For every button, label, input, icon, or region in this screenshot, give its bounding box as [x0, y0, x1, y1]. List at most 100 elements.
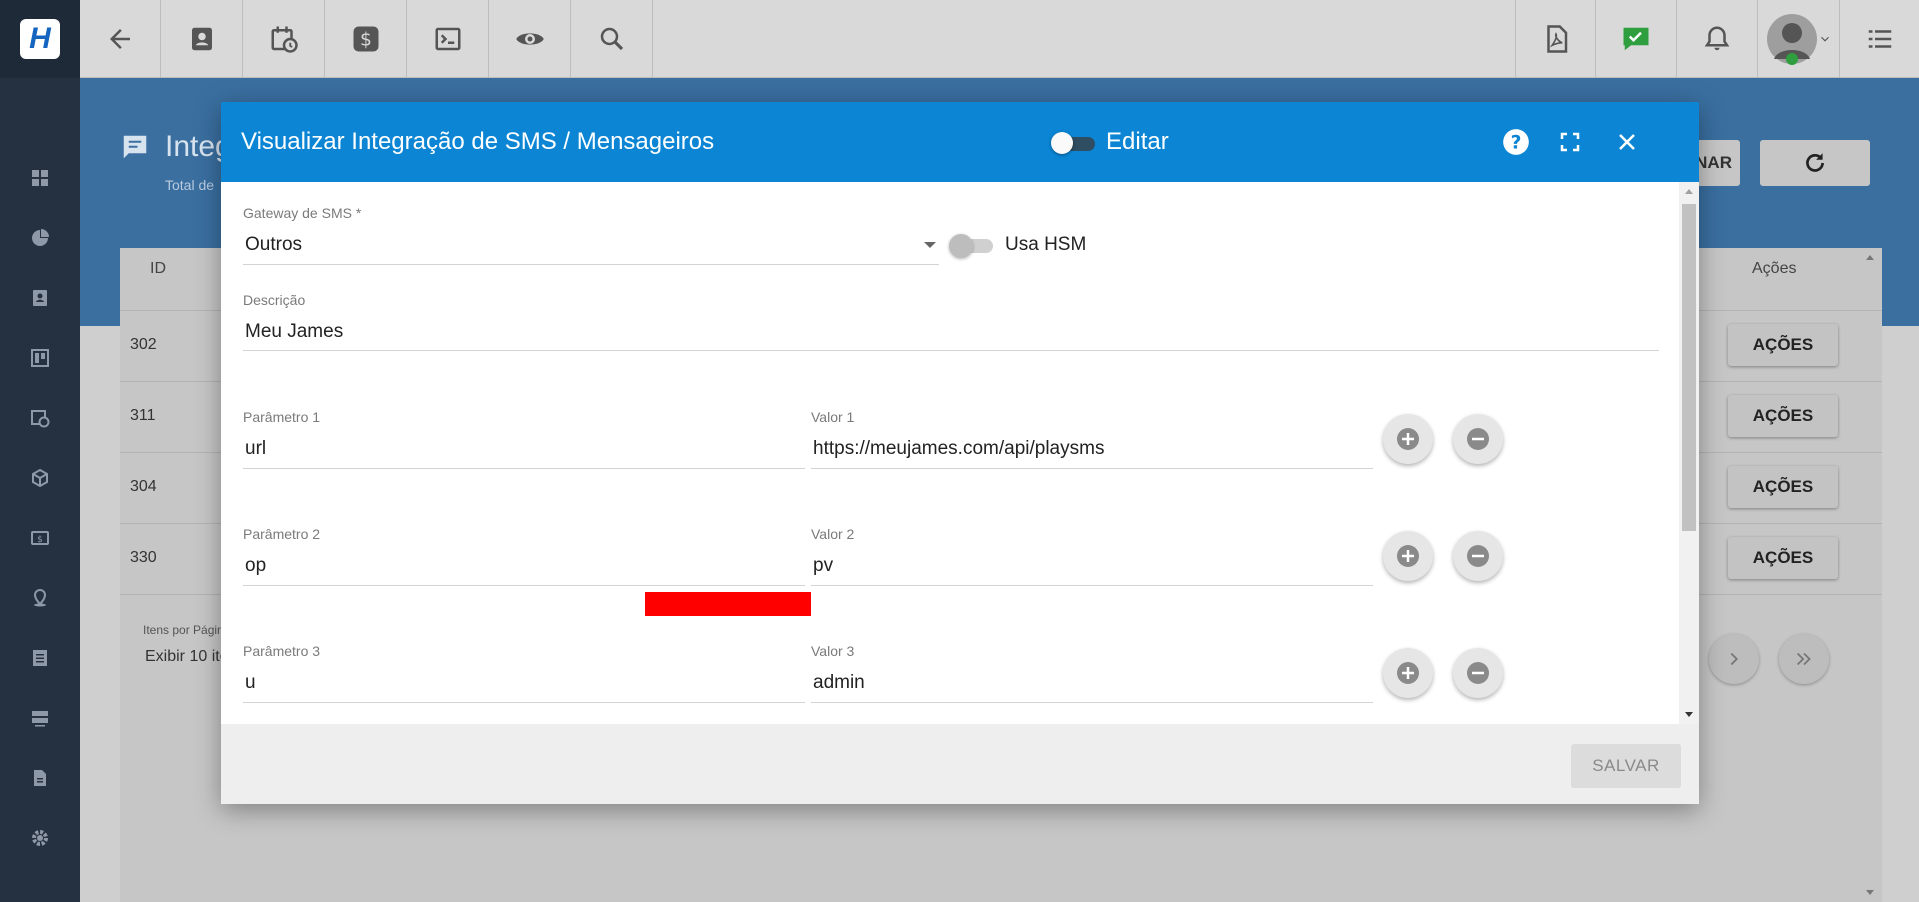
- chevron-down-icon: [1820, 36, 1829, 42]
- pdf-button[interactable]: [1515, 0, 1596, 78]
- user-menu-button[interactable]: [1758, 0, 1840, 78]
- search-button[interactable]: [572, 0, 653, 78]
- sidebar-item-finance[interactable]: $: [0, 518, 80, 558]
- svg-text:$: $: [37, 535, 43, 545]
- gateway-label: Gateway de SMS *: [243, 205, 362, 221]
- param-2-label: Parâmetro 2: [243, 526, 321, 542]
- last-page-button[interactable]: [1779, 634, 1829, 684]
- add-param-button[interactable]: [1383, 414, 1433, 464]
- calendar-clock-icon: [271, 26, 298, 53]
- page-scrollbar[interactable]: [1862, 250, 1878, 900]
- terminal-button[interactable]: [408, 0, 489, 78]
- scrollbar-thumb[interactable]: [1682, 204, 1696, 531]
- hsm-toggle-label: Usa HSM: [1005, 234, 1087, 255]
- eye-icon: [516, 33, 544, 45]
- param-1-input[interactable]: url: [245, 438, 266, 460]
- value-3-underline: [811, 702, 1373, 703]
- param-2-input[interactable]: op: [245, 555, 266, 577]
- sidebar-item-files[interactable]: [0, 758, 80, 798]
- help-button[interactable]: ?: [1498, 124, 1534, 160]
- param-3-input[interactable]: u: [245, 672, 256, 694]
- view-button[interactable]: [490, 0, 571, 78]
- main-menu-button[interactable]: [1840, 0, 1919, 78]
- sidebar-item-board[interactable]: [0, 338, 80, 378]
- gateway-underline: [243, 264, 939, 265]
- description-input[interactable]: Meu James: [245, 321, 343, 343]
- save-button[interactable]: SALVAR: [1571, 744, 1681, 788]
- value-2-input[interactable]: pv: [813, 555, 833, 577]
- remove-param-button[interactable]: [1453, 648, 1503, 698]
- add-param-button[interactable]: [1383, 648, 1433, 698]
- box-icon: [32, 468, 48, 488]
- description-underline: [243, 350, 1659, 351]
- value-3-label: Valor 3: [811, 643, 855, 659]
- dialog-header: Visualizar Integração de SMS / Mensageir…: [221, 102, 1699, 182]
- value-2-underline: [811, 585, 1373, 586]
- param-3-label: Parâmetro 3: [243, 643, 321, 659]
- sidebar-item-contacts[interactable]: [0, 278, 80, 318]
- double-chevron-right-icon: [1796, 652, 1811, 666]
- schedule-button[interactable]: [244, 0, 325, 78]
- fullscreen-button[interactable]: [1552, 124, 1588, 160]
- edit-toggle-label: Editar: [1106, 128, 1169, 155]
- edit-toggle[interactable]: [1051, 132, 1097, 154]
- param-2-underline: [243, 585, 805, 586]
- close-button[interactable]: [1609, 124, 1645, 160]
- pdf-icon: [1546, 25, 1567, 53]
- avatar: [1766, 14, 1817, 65]
- row-actions-button[interactable]: AÇÕES: [1728, 466, 1838, 508]
- kanban-board-icon: [31, 349, 49, 367]
- app-logo[interactable]: H: [0, 0, 80, 78]
- value-3-input[interactable]: admin: [813, 672, 865, 694]
- chat-check-icon: [1623, 27, 1649, 51]
- table-row-id: 304: [130, 478, 157, 495]
- top-toolbar: H $: [0, 0, 1919, 78]
- close-icon: [1619, 134, 1635, 150]
- gateway-select[interactable]: Outros: [245, 234, 302, 256]
- back-button[interactable]: [80, 0, 161, 78]
- contacts-button[interactable]: [162, 0, 243, 78]
- sidebar-item-settings[interactable]: [0, 818, 80, 858]
- dialog-footer: SALVAR: [221, 724, 1699, 804]
- document-list-icon: [33, 650, 47, 666]
- row-actions-button[interactable]: AÇÕES: [1728, 395, 1838, 437]
- items-per-page-select[interactable]: Exibir 10 ite: [145, 648, 229, 666]
- sidebar-item-reports[interactable]: [0, 218, 80, 258]
- dialog-scrollbar[interactable]: [1679, 182, 1699, 724]
- calendar-clock-icon: [31, 410, 50, 428]
- value-1-underline: [811, 468, 1373, 469]
- finance-button[interactable]: $: [326, 0, 407, 78]
- edit-toggle-knob: [1051, 132, 1073, 154]
- add-param-button[interactable]: [1383, 531, 1433, 581]
- remove-param-button[interactable]: [1453, 414, 1503, 464]
- sidebar-item-products[interactable]: [0, 458, 80, 498]
- chat-status-button[interactable]: [1596, 0, 1677, 78]
- remove-param-button[interactable]: [1453, 531, 1503, 581]
- table-row-id: 311: [130, 407, 156, 424]
- value-1-input[interactable]: https://meujames.com/api/playsms: [813, 438, 1104, 460]
- contact-icon: [192, 27, 212, 51]
- param-1-underline: [243, 468, 805, 469]
- next-page-button[interactable]: [1709, 634, 1759, 684]
- sidebar-item-locations[interactable]: [0, 578, 80, 618]
- row-actions-button[interactable]: AÇÕES: [1728, 324, 1838, 366]
- svg-text:$: $: [360, 29, 372, 50]
- message-icon: [123, 135, 147, 159]
- sidebar-item-documents[interactable]: [0, 638, 80, 678]
- settings-icon: [32, 830, 48, 846]
- plus-circle-icon: [1397, 662, 1419, 684]
- sidebar-item-servers[interactable]: [0, 698, 80, 738]
- sidebar-item-dashboard[interactable]: [0, 158, 80, 198]
- money-icon: $: [31, 531, 49, 545]
- logo-icon: H: [20, 19, 60, 59]
- hsm-toggle[interactable]: [949, 234, 995, 258]
- notifications-button[interactable]: [1677, 0, 1758, 78]
- minus-circle-icon: [1467, 428, 1489, 450]
- plus-circle-icon: [1397, 545, 1419, 567]
- row-actions-button[interactable]: AÇÕES: [1728, 537, 1838, 579]
- sidebar-item-schedule[interactable]: [0, 398, 80, 438]
- refresh-button[interactable]: [1760, 140, 1870, 186]
- items-per-page-label: Itens por Págin: [143, 623, 224, 637]
- minus-circle-icon: [1467, 662, 1489, 684]
- back-arrow-icon: [110, 29, 130, 49]
